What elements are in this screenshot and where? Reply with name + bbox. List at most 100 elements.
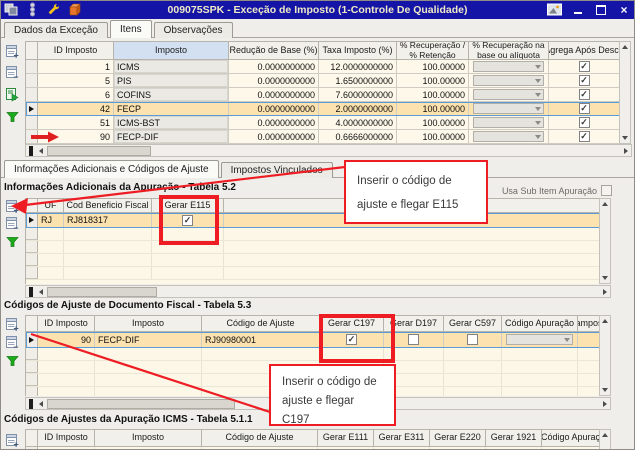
scroll-up-button[interactable] [620,42,630,52]
scroll-right-button[interactable] [620,145,631,156]
delete-row-icon[interactable]: – [5,216,20,231]
scroll-up-button[interactable] [600,316,610,326]
scroll-left-button[interactable] [35,398,46,409]
cell-empty [64,228,152,240]
close-button[interactable]: × [617,3,631,16]
gerar-c597-checkbox[interactable] [467,334,478,345]
delete-row-icon[interactable]: – [5,335,20,350]
filter-icon[interactable] [5,109,20,124]
column-header[interactable]: Gerar E311 [374,429,430,446]
cell-id: 90 [38,130,114,143]
table-row[interactable]: 90 FECP-DIF RJ90980001 ✓ [26,332,599,348]
scroll-down-button[interactable] [600,273,610,283]
table-row[interactable]: 5 PIS 0.0000000000 1.6500000000 100.00000 ✓ [26,74,619,88]
agrega-apos-desconto-checkbox[interactable]: ✓ [578,131,590,142]
add-row-icon[interactable]: + [5,317,20,332]
column-header[interactable]: % Recuperação na base ou alíquota [469,41,549,59]
agrega-apos-desconto-checkbox[interactable]: ✓ [578,117,590,128]
column-header[interactable]: Gerar 1921 [486,429,542,446]
table-row[interactable]: 51 ICMS-BST 0.0000000000 4.0000000000 100.00… [26,116,619,130]
scroll-down-button[interactable] [600,385,610,395]
horizontal-scroll-thumb[interactable] [47,146,151,156]
filter-icon[interactable] [5,353,20,368]
table-row[interactable]: 42 FECP 0.0000000000 2.0000000000 100.00000 ✓ [26,102,619,116]
scroll-up-button[interactable] [600,430,610,440]
tab-0[interactable]: Dados da Exceção [4,22,108,38]
add-row-icon[interactable]: + [5,44,20,59]
recuperacao-base-dropdown[interactable] [472,89,545,100]
maximize-button[interactable] [594,3,608,16]
row-marker [26,102,38,115]
column-header[interactable]: ID Imposto [38,429,95,446]
column-header[interactable]: Gerar E220 [430,429,486,446]
recuperacao-base-dropdown[interactable] [472,75,545,86]
window-title: 009075SPK - Exceção de Imposto (1-Contro… [167,4,468,16]
package-icon[interactable] [67,2,82,17]
column-header[interactable]: Imposto [114,41,229,59]
recuperacao-base-dropdown[interactable] [472,61,545,72]
recuperacao-base-dropdown[interactable] [472,117,545,128]
annotation-text-line: C197 [282,414,310,426]
column-header[interactable]: ID Imposto [38,315,95,331]
column-header[interactable]: ID Imposto [38,41,114,59]
agrega-apos-desconto-checkbox[interactable]: ✓ [578,103,590,114]
column-header[interactable]: Imposto [95,429,202,446]
scroll-down-button[interactable] [620,133,630,143]
column-header[interactable]: Imposto [95,315,202,331]
tab-2[interactable]: Observações [153,22,233,38]
minimize-button[interactable] [571,3,585,16]
column-header[interactable]: Taxa Imposto (%) [319,41,397,59]
column-header[interactable]: Agrega Após Desco [549,41,619,59]
recuperacao-base-dropdown[interactable] [472,103,545,114]
column-header[interactable]: Gerar C597 [444,315,502,331]
column-header[interactable]: UF [38,198,64,212]
column-header[interactable]: Código Apuração [502,315,578,331]
column-header[interactable]: Redução de Base (%) [229,41,319,59]
scroll-up-button[interactable] [600,199,610,209]
table-row[interactable]: 90 FECP-DIF 0.0000000000 0.6666000000 100.00… [26,130,619,144]
column-header[interactable]: Código de Ajuste [202,315,320,331]
pane-splitter-handle[interactable] [29,399,33,409]
tools-icon[interactable] [46,2,61,17]
cell-imposto: PIS [114,74,229,87]
pane-splitter-handle[interactable] [29,146,33,156]
horizontal-scroll-thumb[interactable] [47,399,235,409]
add-row-icon[interactable]: + [5,433,20,448]
agrega-apos-desconto-checkbox[interactable]: ✓ [578,75,590,86]
table-row[interactable]: 6 COFINS 0.0000000000 7.6000000000 100.00000… [26,88,619,102]
column-header[interactable]: % Recuperação /% Retenção [397,41,469,59]
pane-splitter-handle[interactable] [29,287,33,297]
column-header[interactable]: Campos ( [578,315,599,331]
cell-recuperacao: 100.00000 [397,116,469,129]
column-header[interactable]: Código Apuraç [542,429,599,446]
column-header[interactable]: Cod Beneficio Fiscal [64,198,152,212]
delete-row-icon[interactable]: – [5,65,20,80]
copy-row-icon[interactable] [5,87,20,102]
add-row-icon[interactable]: + [5,199,20,214]
cell-empty [38,241,64,253]
cell-reducao: 0.0000000000 [229,60,319,73]
section-tab-1[interactable]: Impostos Vinculados [220,162,333,178]
svg-text:–: – [13,222,18,231]
horizontal-scroll-thumb[interactable] [47,287,157,297]
agrega-apos-desconto-checkbox[interactable]: ✓ [578,61,590,72]
scroll-left-button[interactable] [35,286,46,297]
column-header[interactable]: Código de Ajuste [202,429,318,446]
column-header[interactable]: Gerar E111 [318,429,374,446]
table-row[interactable]: 1 ICMS 0.0000000000 12.0000000000 100.00000 ✓ [26,60,619,74]
scroll-left-button[interactable] [35,145,46,156]
app-window-icon[interactable] [4,2,19,17]
scroll-right-button[interactable] [599,286,610,297]
table-row[interactable]: RJ RJ818317 ✓ [26,213,599,228]
codigo-apuracao-dropdown[interactable] [505,334,574,345]
usa-sub-item-checkbox[interactable] [601,185,612,196]
tab-1[interactable]: Itens [109,20,152,38]
scroll-right-button[interactable] [599,398,610,409]
states-icon[interactable] [25,2,40,17]
section-tab-0[interactable]: Informações Adicionais e Códigos de Ajus… [4,160,219,178]
filter-icon[interactable] [5,234,20,249]
recuperacao-base-dropdown[interactable] [472,131,545,142]
gerar-d197-checkbox[interactable] [408,334,419,345]
picture-icon[interactable] [547,2,562,17]
agrega-apos-desconto-checkbox[interactable]: ✓ [578,89,590,100]
